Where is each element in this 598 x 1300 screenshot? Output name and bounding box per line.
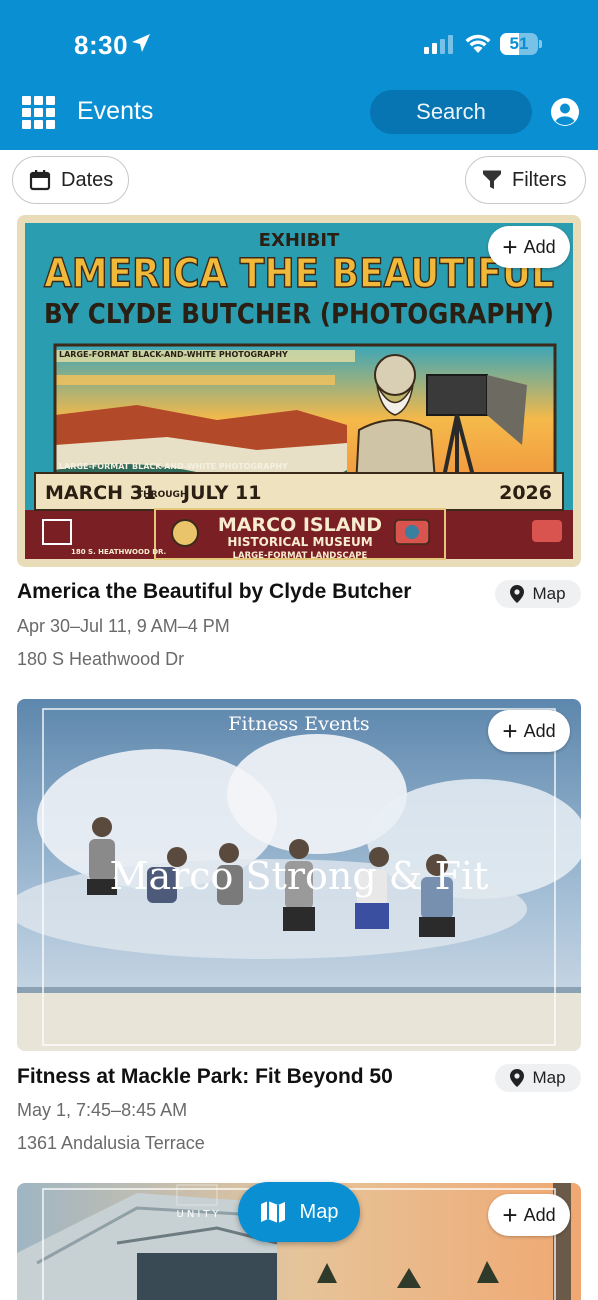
dates-filter-button[interactable]: Dates [12, 156, 129, 204]
plus-icon: + [502, 1200, 518, 1230]
poster-date-end: JULY 11 [181, 482, 261, 504]
map-label: Map [532, 584, 566, 603]
poster-venue-line1: MARCO ISLAND [218, 514, 382, 536]
event-title[interactable]: America the Beautiful by Clyde Butcher [17, 580, 411, 604]
map-label: Map [532, 1068, 566, 1087]
poster-kicker: EXHIBIT [259, 230, 340, 251]
status-bar: 8:30 51 [0, 0, 598, 88]
add-label: Add [523, 236, 556, 257]
folded-map-icon [260, 1201, 285, 1223]
dates-filter-label: Dates [61, 168, 114, 191]
poster-subhead: BY CLYDE BUTCHER (PHOTOGRAPHY) [44, 297, 554, 330]
app-menu-grid-icon[interactable] [22, 96, 56, 130]
event-map-button[interactable]: Map [495, 580, 581, 608]
poster-caption-top: LARGE-FORMAT BLACK-AND-WHITE PHOTOGRAPHY [59, 350, 288, 359]
poster-through: THROUGH [137, 490, 187, 500]
add-label: Add [523, 1204, 556, 1225]
funnel-icon [483, 170, 501, 189]
poster-kicker: Fitness Events [228, 713, 369, 735]
poster-headline: Marco Strong & Fit [110, 854, 489, 898]
event-map-button[interactable]: Map [495, 1064, 581, 1092]
event-address: 1361 Andalusia Terrace [17, 1133, 205, 1153]
event-card-image[interactable]: EXHIBIT AMERICA THE BEAUTIFUL BY CLYDE B… [17, 215, 581, 567]
app-header: 8:30 51 Events Search [0, 0, 598, 150]
poster-year: 2026 [499, 482, 552, 504]
map-pin-icon [510, 585, 525, 603]
cellular-signal-icon [424, 35, 453, 54]
profile-icon[interactable] [550, 97, 580, 127]
battery-level: 51 [509, 34, 529, 53]
battery-icon: 51 [500, 33, 542, 55]
add-to-calendar-button[interactable]: + Add [488, 1194, 570, 1236]
page-title: Events [77, 97, 154, 125]
poster-caption-bottom: LARGE-FORMAT BLACK-AND-WHITE PHOTOGRAPHY [59, 462, 288, 471]
venue-sign: UNITY [177, 1209, 222, 1220]
event-address: 180 S Heathwood Dr [17, 649, 185, 669]
event-card-image[interactable]: Fitness Events Marco Strong & Fit + Add [17, 699, 581, 1051]
wifi-icon [465, 34, 491, 53]
event-datetime: May 1, 7:45–8:45 AM [17, 1100, 188, 1120]
poster-address: 180 S. HEATHWOOD DR. [71, 548, 166, 556]
calendar-icon [29, 170, 51, 191]
exhibit-poster-image: EXHIBIT AMERICA THE BEAUTIFUL BY CLYDE B… [17, 215, 581, 567]
event-title[interactable]: Fitness at Mackle Park: Fit Beyond 50 [17, 1065, 393, 1089]
plus-icon: + [502, 232, 518, 262]
filters-label: Filters [512, 168, 567, 191]
add-label: Add [523, 720, 556, 741]
poster-venue-tag: LARGE-FORMAT LANDSCAPE [233, 551, 368, 561]
map-pin-icon [510, 1069, 525, 1087]
plus-icon: + [502, 716, 518, 746]
status-time: 8:30 [74, 30, 129, 60]
search-button[interactable]: Search [370, 90, 532, 134]
filters-button[interactable]: Filters [465, 156, 586, 204]
poster-venue-line2: HISTORICAL MUSEUM [227, 535, 372, 549]
location-arrow-icon [132, 34, 150, 52]
fitness-photo-image: Fitness Events Marco Strong & Fit [17, 699, 581, 1051]
map-view-button[interactable]: Map [238, 1182, 360, 1242]
event-datetime: Apr 30–Jul 11, 9 AM–4 PM [17, 616, 230, 636]
map-view-label: Map [299, 1200, 339, 1223]
add-to-calendar-button[interactable]: + Add [488, 226, 570, 268]
add-to-calendar-button[interactable]: + Add [488, 710, 570, 752]
poster-headline: AMERICA THE BEAUTIFUL [44, 251, 554, 297]
